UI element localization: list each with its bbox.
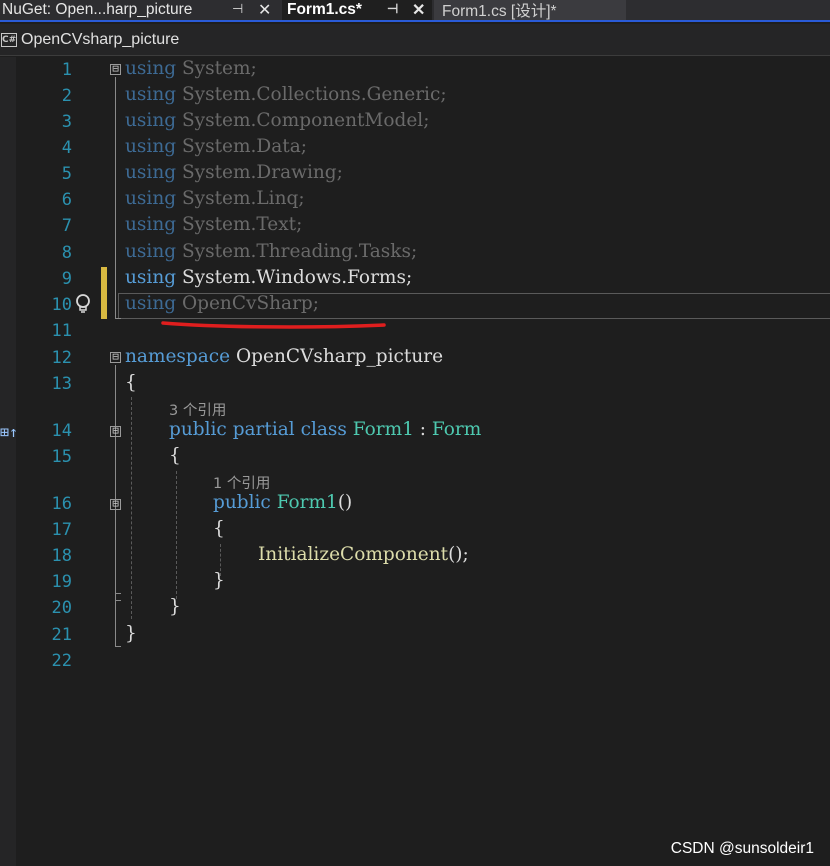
line-number: 7 (61, 216, 72, 236)
code-line-8[interactable]: using System.Threading.Tasks; (125, 241, 417, 262)
code-line-10[interactable]: using OpenCvSharp; (125, 293, 319, 314)
line-number: 6 (61, 190, 72, 210)
code-line-15[interactable]: { (169, 445, 181, 466)
tab-form1-cs[interactable]: Form1.cs* ⊣ ✕ (282, 0, 432, 20)
code-editor[interactable]: ⊞↑ 1 2 3 4 5 6 7 8 9 10 11 12 13 14 15 1… (0, 57, 830, 866)
ctor-references-codelens[interactable]: 1 个引用 (213, 472, 270, 493)
code-line-5[interactable]: using System.Drawing; (125, 162, 343, 183)
change-marker (101, 267, 107, 319)
collapse-region-icon[interactable]: ⊟ (110, 351, 121, 363)
line-number: 16 (51, 494, 72, 514)
code-line-17[interactable]: { (213, 518, 225, 539)
csharp-file-icon: C# (1, 32, 17, 47)
project-navigation-bar[interactable]: C# OpenCVsharp_picture (0, 24, 830, 56)
code-line-6[interactable]: using System.Linq; (125, 188, 305, 209)
line-number: 21 (51, 625, 72, 645)
collapse-region-icon[interactable]: ⊟ (110, 498, 121, 510)
code-line-3[interactable]: using System.ComponentModel; (125, 110, 429, 131)
line-number: 3 (61, 112, 72, 132)
red-underline-annotation (161, 321, 386, 329)
line-number: 18 (51, 546, 72, 566)
class-region-end (115, 600, 121, 601)
tab-nuget-label: NuGet: Open...harp_picture (2, 1, 193, 18)
method-region-end (115, 593, 121, 594)
class-references-codelens[interactable]: 3 个引用 (169, 399, 226, 420)
line-number: 14 (51, 421, 72, 441)
code-line-12[interactable]: namespace OpenCVsharp_picture (125, 346, 443, 367)
pin-icon[interactable]: ⊣ (387, 1, 398, 17)
tab-form1-designer-label: Form1.cs [设计]* (442, 3, 557, 20)
method-region-guide (115, 512, 116, 594)
document-tab-bar: NuGet: Open...harp_picture ⊣ ✕ Form1.cs*… (0, 0, 830, 22)
close-icon[interactable]: ✕ (258, 0, 271, 20)
line-number: 20 (51, 598, 72, 618)
line-number: 8 (61, 243, 72, 263)
namespace-region-end (115, 646, 121, 647)
pin-icon[interactable]: ⊣ (232, 1, 243, 17)
line-number: 1 (61, 60, 72, 80)
using-region-guide (115, 77, 116, 319)
line-number: 5 (61, 164, 72, 184)
code-line-19[interactable]: } (213, 570, 225, 591)
indent-guide (176, 471, 177, 599)
editor-left-margin (0, 57, 16, 866)
line-number: 10 (51, 295, 72, 315)
code-line-2[interactable]: using System.Collections.Generic; (125, 84, 447, 105)
tab-nuget[interactable]: NuGet: Open...harp_picture ⊣ ✕ (0, 0, 280, 20)
code-line-4[interactable]: using System.Data; (125, 136, 307, 157)
using-region-end (115, 318, 121, 319)
close-icon[interactable]: ✕ (412, 0, 425, 20)
code-line-9[interactable]: using System.Windows.Forms; (125, 267, 412, 288)
watermark: CSDN @sunsoldeir1 (670, 840, 814, 857)
line-number: 13 (51, 374, 72, 394)
tab-form1-cs-label: Form1.cs* (287, 1, 362, 18)
collapse-region-icon[interactable]: ⊟ (110, 63, 121, 75)
line-number: 15 (51, 447, 72, 467)
line-number: 4 (61, 138, 72, 158)
code-line-21[interactable]: } (125, 623, 137, 644)
indent-guide (131, 397, 132, 619)
lightbulb-icon[interactable] (74, 293, 92, 315)
line-number: 22 (51, 651, 72, 671)
code-line-7[interactable]: using System.Text; (125, 214, 302, 235)
code-line-20[interactable]: } (169, 596, 181, 617)
code-line-13[interactable]: { (125, 372, 137, 393)
code-line-16[interactable]: public Form1() (213, 492, 352, 513)
line-number: 11 (51, 321, 72, 341)
line-number: 9 (61, 269, 72, 289)
code-line-18[interactable]: InitializeComponent(); (258, 544, 469, 565)
project-name[interactable]: OpenCVsharp_picture (21, 31, 179, 49)
line-number: 19 (51, 572, 72, 592)
line-number: 2 (61, 86, 72, 106)
line-number: 17 (51, 520, 72, 540)
tab-form1-designer[interactable]: Form1.cs [设计]* (434, 0, 626, 20)
expand-arrow-icon[interactable]: ⊞↑ (0, 423, 18, 441)
code-line-14[interactable]: public partial class Form1 : Form (169, 419, 481, 440)
code-line-1[interactable]: using System; (125, 58, 257, 79)
line-number: 12 (51, 348, 72, 368)
collapse-region-icon[interactable]: ⊟ (110, 425, 121, 437)
